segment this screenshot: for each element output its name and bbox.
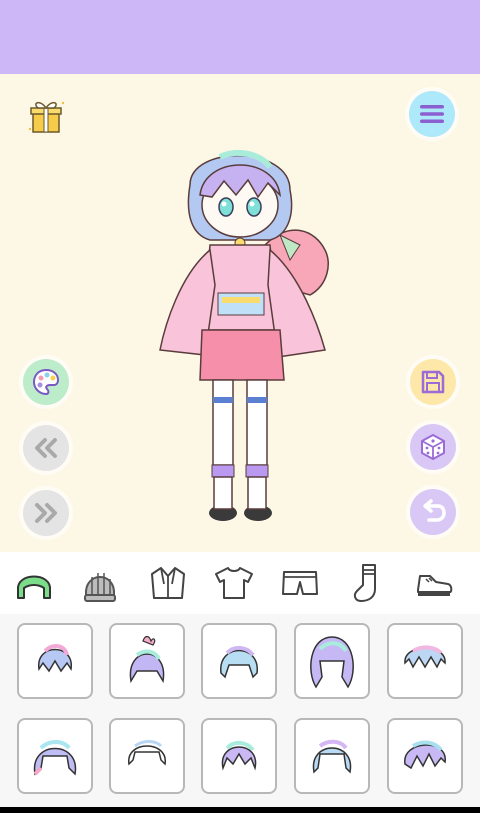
hair-option[interactable]: [17, 623, 93, 699]
jacket-icon: [151, 567, 185, 599]
bottom-edge: [0, 807, 480, 813]
tab-socks[interactable]: [343, 560, 391, 606]
tab-shirt[interactable]: [210, 560, 258, 606]
menu-icon: [420, 105, 444, 123]
top-bar: [0, 0, 480, 74]
palette-button[interactable]: [23, 359, 69, 405]
hair-icon: [17, 575, 51, 599]
next-button[interactable]: [23, 490, 69, 536]
tab-shorts[interactable]: [276, 560, 324, 606]
hair-style-thumbnail: [312, 739, 352, 774]
tab-hat[interactable]: [76, 560, 124, 606]
save-button[interactable]: [410, 359, 456, 405]
hair-option[interactable]: [109, 623, 185, 699]
hair-style-thumbnail: [310, 636, 354, 689]
hair-option[interactable]: [294, 623, 370, 699]
hair-style-thumbnail: [404, 645, 446, 669]
category-tab-bar: [0, 552, 480, 615]
random-button[interactable]: [410, 424, 456, 470]
hair-option[interactable]: [387, 718, 463, 794]
shoe-icon: [417, 575, 453, 596]
hair-option[interactable]: [201, 718, 277, 794]
tab-jacket[interactable]: [144, 560, 192, 606]
hair-style-thumbnail: [404, 740, 446, 770]
floppy-disk-icon: [421, 370, 445, 394]
hair-style-thumbnail: [38, 644, 72, 673]
hair-style-thumbnail: [128, 740, 166, 766]
hair-style-thumbnail: [221, 741, 257, 771]
knit-hat-icon: [84, 573, 116, 602]
double-chevron-right-icon: [35, 503, 57, 523]
double-chevron-left-icon: [35, 438, 57, 458]
hair-option[interactable]: [294, 718, 370, 794]
undo-arrow-icon: [423, 499, 446, 522]
hair-options-grid: [0, 614, 480, 807]
tshirt-icon: [215, 567, 253, 599]
hair-option[interactable]: [387, 623, 463, 699]
palette-icon: [32, 368, 60, 396]
hair-option[interactable]: [109, 718, 185, 794]
menu-button[interactable]: [409, 91, 455, 137]
undo-button[interactable]: [410, 489, 456, 535]
dice-icon: [421, 434, 445, 460]
hair-style-thumbnail: [129, 635, 165, 684]
tab-shoes[interactable]: [410, 560, 458, 606]
previous-button[interactable]: [23, 425, 69, 471]
gift-icon[interactable]: [26, 95, 66, 135]
hair-style-thumbnail: [220, 646, 258, 679]
hair-style-thumbnail: [33, 740, 77, 776]
tab-hair[interactable]: [10, 560, 58, 606]
shorts-icon: [282, 571, 318, 595]
hair-option[interactable]: [17, 718, 93, 794]
character-illustration: [159, 149, 329, 521]
hair-option[interactable]: [201, 623, 277, 699]
sock-icon: [353, 564, 376, 602]
